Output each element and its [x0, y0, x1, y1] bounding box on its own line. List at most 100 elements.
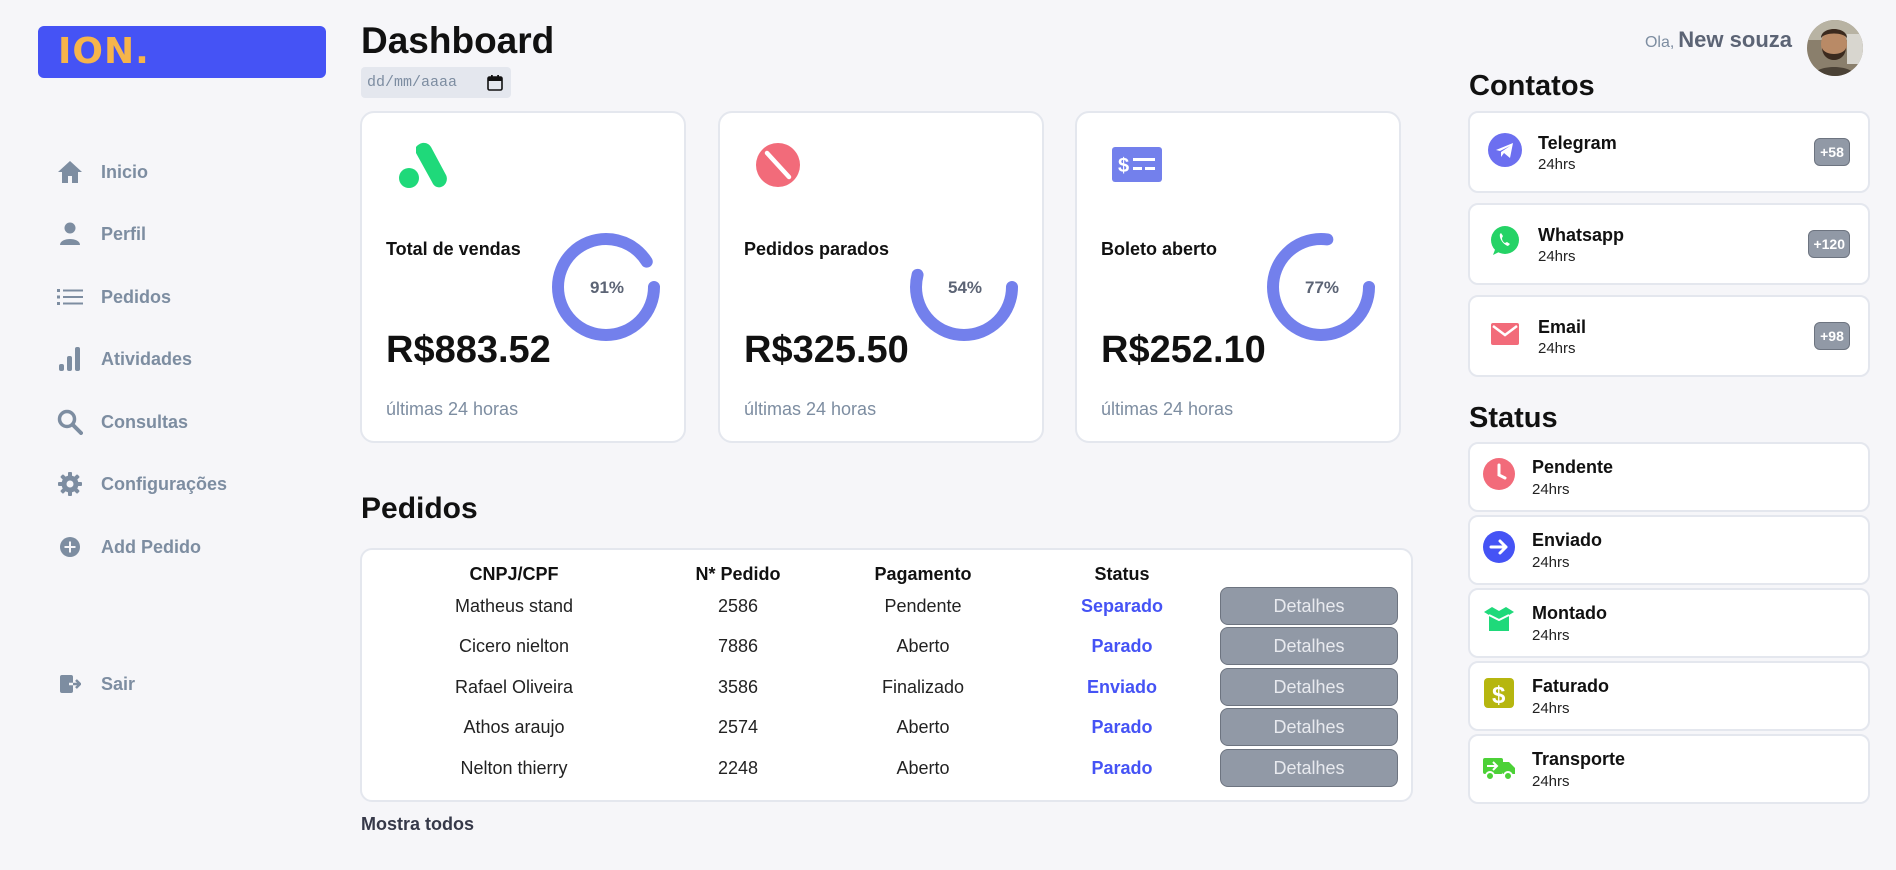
cell-payment: Aberto: [896, 717, 950, 737]
list-icon: [56, 283, 84, 311]
email-icon: [1488, 317, 1522, 351]
box-icon: [1482, 603, 1516, 637]
card-total-vendas: Total de vendas R$883.52 últimas 24 hora…: [360, 111, 686, 443]
status-time: 24hrs: [1532, 554, 1570, 571]
card-value: R$883.52: [386, 329, 551, 371]
date-input[interactable]: dd/mm/aaaa: [361, 67, 511, 98]
status-name: Faturado: [1532, 676, 1610, 696]
analytics-icon: [396, 139, 448, 191]
sidebar-item-label: Inicio: [101, 161, 149, 182]
status-name: Transporte: [1532, 749, 1626, 769]
sidebar-item-label: Configurações: [101, 473, 228, 494]
contact-email[interactable]: Email 24hrs +98: [1468, 295, 1870, 377]
svg-text:$: $: [1492, 682, 1506, 709]
cell-number: 2248: [717, 758, 759, 778]
card-subtitle: últimas 24 horas: [744, 399, 877, 419]
status-time: 24hrs: [1532, 481, 1570, 498]
sidebar-item-label: Add Pedido: [101, 536, 201, 557]
column-header: Pagamento: [874, 564, 972, 584]
logo-text: ION.: [58, 31, 150, 72]
card-boleto-aberto: $ Boleto aberto R$252.10 últimas 24 hora…: [1075, 111, 1401, 443]
cancel-icon: [754, 139, 806, 191]
card-subtitle: últimas 24 horas: [1101, 399, 1234, 419]
sidebar: ION. Inicio Perfil Pedidos Atividades Co…: [0, 0, 340, 870]
column-header: Status: [1094, 564, 1150, 584]
payment-icon: $: [1111, 139, 1163, 191]
card-pedidos-parados: Pedidos parados R$325.50 últimas 24 hora…: [718, 111, 1044, 443]
home-icon: [56, 158, 84, 186]
truck-icon: [1482, 751, 1516, 785]
cell-client: Nelton thierry: [460, 758, 568, 778]
sidebar-item-add-pedido[interactable]: Add Pedido: [56, 527, 201, 567]
sidebar-item-atividades[interactable]: Atividades: [56, 339, 192, 379]
cell-payment: Aberto: [896, 758, 950, 778]
logout-button[interactable]: Sair: [56, 664, 135, 704]
bar-chart-icon: [56, 345, 84, 373]
calendar-icon[interactable]: [487, 74, 503, 91]
sidebar-item-perfil[interactable]: Perfil: [56, 214, 146, 254]
status-transporte[interactable]: Transporte 24hrs: [1468, 734, 1870, 804]
cell-client: Rafael Oliveira: [454, 677, 574, 697]
card-percent: 77%: [1305, 278, 1340, 297]
sidebar-item-pedidos[interactable]: Pedidos: [56, 277, 171, 317]
details-button[interactable]: Detalhes: [1220, 749, 1398, 787]
dollar-icon: $: [1482, 676, 1516, 710]
details-button[interactable]: Detalhes: [1220, 668, 1398, 706]
user-name: New souza: [1678, 27, 1792, 52]
logo[interactable]: ION.: [38, 26, 326, 78]
cell-payment: Pendente: [884, 596, 962, 616]
card-title: Total de vendas: [386, 239, 521, 259]
details-button[interactable]: Detalhes: [1220, 627, 1398, 665]
contact-badge: +120: [1808, 230, 1850, 258]
status-title: Status: [1469, 402, 1558, 434]
orders-title: Pedidos: [361, 492, 478, 525]
status-faturado[interactable]: $ Faturado 24hrs: [1468, 661, 1870, 731]
user-greeting: Ola, New souza: [1645, 27, 1792, 53]
status-name: Pendente: [1532, 457, 1614, 477]
cell-status: Enviado: [1086, 677, 1157, 697]
cell-status: Parado: [1091, 758, 1153, 778]
contact-time: 24hrs: [1538, 248, 1576, 265]
cell-status: Parado: [1091, 636, 1153, 656]
column-header: CNPJ/CPF: [469, 564, 559, 584]
contact-name: Whatsapp: [1538, 225, 1625, 245]
status-montado[interactable]: Montado 24hrs: [1468, 588, 1870, 658]
contact-whatsapp[interactable]: Whatsapp 24hrs +120: [1468, 203, 1870, 285]
contact-telegram[interactable]: Telegram 24hrs +58: [1468, 111, 1870, 193]
status-time: 24hrs: [1532, 627, 1570, 644]
details-button[interactable]: Detalhes: [1220, 708, 1398, 746]
avatar[interactable]: [1807, 20, 1863, 76]
sidebar-item-label: Atividades: [101, 348, 193, 369]
cell-payment: Finalizado: [881, 677, 965, 697]
cell-number: 2574: [717, 717, 759, 737]
gear-icon: [56, 470, 84, 498]
show-all-link[interactable]: Mostra todos: [361, 814, 474, 835]
card-title: Boleto aberto: [1101, 239, 1218, 259]
contact-name: Email: [1538, 317, 1587, 337]
contact-name: Telegram: [1538, 133, 1617, 153]
contact-time: 24hrs: [1538, 156, 1576, 173]
cell-payment: Aberto: [896, 636, 950, 656]
cell-number: 7886: [717, 636, 759, 656]
cell-client: Matheus stand: [454, 596, 574, 616]
whatsapp-icon: [1488, 224, 1522, 258]
status-pendente[interactable]: Pendente 24hrs: [1468, 442, 1870, 512]
cell-status: Parado: [1091, 717, 1153, 737]
status-name: Enviado: [1532, 530, 1603, 550]
status-enviado[interactable]: Enviado 24hrs: [1468, 515, 1870, 585]
cell-status: Separado: [1080, 596, 1164, 616]
cell-client: Athos araujo: [463, 717, 565, 737]
search-icon: [56, 408, 84, 436]
column-header: N* Pedido: [695, 564, 781, 584]
person-icon: [56, 220, 84, 248]
details-button[interactable]: Detalhes: [1220, 587, 1398, 625]
arrow-right-icon: [1482, 530, 1516, 564]
page-title: Dashboard: [361, 20, 555, 61]
card-percent: 91%: [590, 278, 625, 297]
sidebar-item-configuracoes[interactable]: Configurações: [56, 464, 227, 504]
card-value: R$325.50: [744, 329, 909, 371]
sidebar-item-label: Pedidos: [101, 286, 172, 307]
card-value: R$252.10: [1101, 329, 1266, 371]
sidebar-item-consultas[interactable]: Consultas: [56, 402, 188, 442]
sidebar-item-inicio[interactable]: Inicio: [56, 152, 148, 192]
